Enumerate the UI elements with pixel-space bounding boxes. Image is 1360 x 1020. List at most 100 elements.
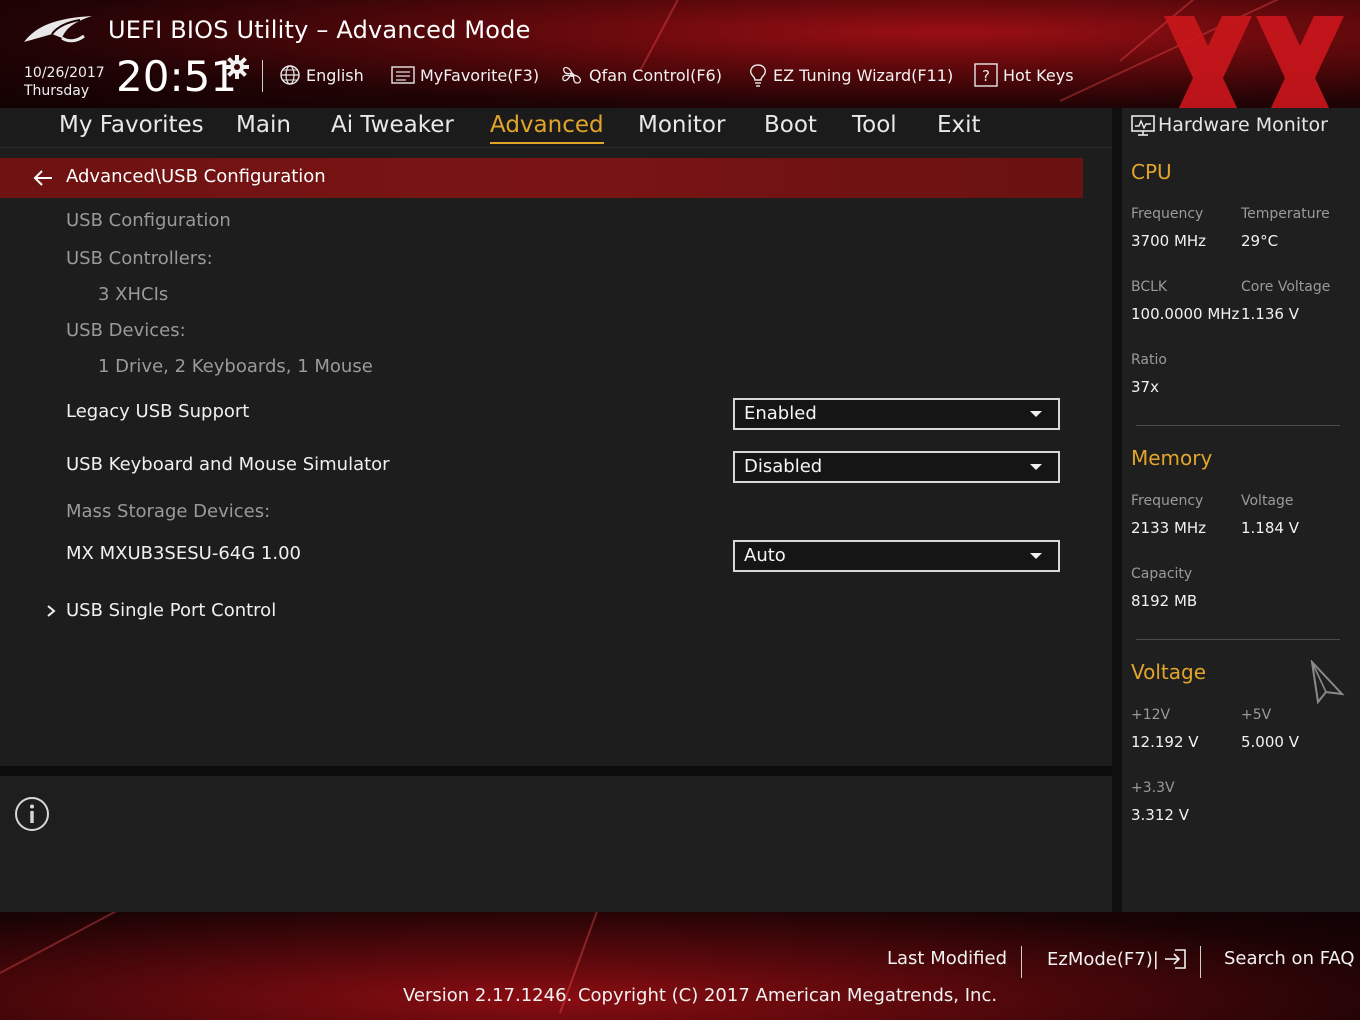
usb-kbd-mouse-simulator-select[interactable]: Disabled — [733, 451, 1060, 483]
day-text: Thursday — [24, 83, 90, 99]
cursor-icon — [1310, 660, 1345, 704]
chevron-down-icon — [1030, 553, 1042, 559]
usb-controllers-value: 3 XHCIs — [98, 284, 169, 305]
cpu-bclk-value: 100.0000 MHz — [1131, 305, 1240, 323]
memory-section-title: Memory — [1131, 446, 1213, 470]
cpu-temperature-label: Temperature — [1241, 206, 1330, 222]
submenu-arrow-icon — [47, 605, 56, 617]
qfan-label: Qfan Control(F6) — [589, 65, 722, 85]
app-title: UEFI BIOS Utility – Advanced Mode — [108, 16, 531, 44]
ez-tuning-wizard-button[interactable]: EZ Tuning Wizard(F11) — [748, 62, 953, 88]
legacy-usb-support-select[interactable]: Enabled — [733, 398, 1060, 430]
tab-tool[interactable]: Tool — [852, 112, 897, 144]
cpu-frequency-value: 3700 MHz — [1131, 232, 1207, 250]
ezmode-button[interactable]: EzMode(F7)| — [1047, 948, 1187, 970]
fan-icon — [562, 66, 582, 84]
v33-label: +3.3V — [1131, 780, 1175, 796]
tab-boot[interactable]: Boot — [764, 112, 817, 144]
xx-watermark-logo — [1164, 16, 1344, 108]
settings-panel: Advanced\USB Configuration USB Configura… — [0, 148, 1112, 766]
back-arrow-icon[interactable] — [32, 168, 54, 188]
memory-voltage-label: Voltage — [1241, 493, 1294, 509]
monitor-icon — [1131, 115, 1155, 136]
tab-advanced[interactable]: Advanced — [490, 112, 604, 144]
mass-storage-devices-label: Mass Storage Devices: — [66, 501, 271, 522]
tab-my-favorites[interactable]: My Favorites — [59, 112, 204, 144]
usb-single-port-control-link[interactable]: USB Single Port Control — [66, 600, 276, 621]
section-divider — [1136, 639, 1340, 640]
usb-kbd-mouse-simulator-label[interactable]: USB Keyboard and Mouse Simulator — [66, 454, 390, 475]
usb-configuration-heading: USB Configuration — [66, 210, 231, 231]
v5-value: 5.000 V — [1241, 733, 1299, 751]
clock-display[interactable]: 20:51 — [116, 52, 237, 101]
voltage-section-title: Voltage — [1131, 660, 1207, 684]
memory-frequency-label: Frequency — [1131, 493, 1204, 509]
myfavorite-label: MyFavorite(F3) — [420, 65, 540, 85]
mass-storage-device-value: Auto — [744, 545, 786, 566]
hot-keys-button[interactable]: ? Hot Keys — [974, 62, 1074, 88]
usb-kbd-mouse-simulator-value: Disabled — [744, 456, 823, 477]
svg-text:?: ? — [982, 67, 990, 85]
language-button[interactable]: English — [279, 62, 364, 88]
panel-separator — [1112, 108, 1122, 912]
ez-tuning-label: EZ Tuning Wizard(F11) — [773, 65, 954, 85]
tab-exit[interactable]: Exit — [937, 112, 981, 144]
lightbulb-icon — [750, 64, 766, 87]
myfavorite-button[interactable]: MyFavorite(F3) — [391, 62, 539, 88]
v12-label: +12V — [1131, 707, 1171, 723]
last-modified-button[interactable]: Last Modified — [887, 948, 1007, 969]
mass-storage-device-select[interactable]: Auto — [733, 540, 1060, 572]
v12-value: 12.192 V — [1131, 733, 1199, 751]
help-panel — [0, 776, 1112, 912]
qfan-control-button[interactable]: Qfan Control(F6) — [560, 62, 722, 88]
exit-arrow-icon — [1164, 949, 1186, 969]
memory-capacity-value: 8192 MB — [1131, 592, 1198, 610]
main-tab-bar: My Favorites Main Ai Tweaker Advanced Mo… — [0, 108, 1112, 148]
tab-ai-tweaker[interactable]: Ai Tweaker — [331, 112, 454, 144]
cpu-frequency-label: Frequency — [1131, 206, 1204, 222]
section-divider — [1136, 425, 1340, 426]
header-divider — [262, 60, 263, 92]
favorite-list-icon — [391, 66, 415, 84]
decorative-streak — [0, 912, 213, 974]
legacy-usb-support-label[interactable]: Legacy USB Support — [66, 401, 249, 422]
cpu-core-voltage-label: Core Voltage — [1241, 279, 1331, 295]
cpu-ratio-label: Ratio — [1131, 352, 1167, 368]
language-label: English — [306, 65, 364, 85]
footer-divider — [1021, 946, 1022, 978]
search-faq-button[interactable]: Search on FAQ — [1224, 948, 1355, 969]
cpu-bclk-label: BCLK — [1131, 279, 1168, 295]
hardware-monitor-title: Hardware Monitor — [1158, 114, 1328, 136]
header-bar: UEFI BIOS Utility – Advanced Mode 10/26/… — [0, 0, 1360, 108]
memory-frequency-value: 2133 MHz — [1131, 519, 1207, 537]
panel-separator — [0, 766, 1112, 776]
date-display: 10/26/2017 Thursday — [24, 64, 105, 100]
ezmode-label: EzMode(F7)| — [1047, 948, 1159, 970]
mass-storage-device-label[interactable]: MX MXUB3SESU-64G 1.00 — [66, 543, 301, 564]
gear-icon[interactable] — [224, 54, 250, 80]
footer-bar: Last Modified EzMode(F7)| Search on FAQ … — [0, 912, 1360, 1020]
hot-keys-label: Hot Keys — [1003, 65, 1074, 85]
version-text: Version 2.17.1246. Copyright (C) 2017 Am… — [403, 985, 998, 1006]
v5-label: +5V — [1241, 707, 1272, 723]
legacy-usb-support-value: Enabled — [744, 403, 817, 424]
usb-controllers-label: USB Controllers: — [66, 248, 213, 269]
footer-divider — [1200, 946, 1201, 978]
chevron-down-icon — [1030, 464, 1042, 470]
info-icon — [15, 797, 49, 831]
memory-voltage-value: 1.184 V — [1241, 519, 1299, 537]
breadcrumb: Advanced\USB Configuration — [0, 158, 1083, 198]
rog-logo-icon — [24, 16, 92, 43]
globe-icon — [280, 65, 300, 85]
usb-devices-label: USB Devices: — [66, 320, 186, 341]
usb-devices-value: 1 Drive, 2 Keyboards, 1 Mouse — [98, 356, 373, 377]
cpu-core-voltage-value: 1.136 V — [1241, 305, 1299, 323]
cpu-section-title: CPU — [1131, 160, 1172, 184]
tab-main[interactable]: Main — [236, 112, 291, 144]
decorative-streak — [639, 0, 782, 72]
question-box-icon: ? — [974, 63, 998, 87]
v33-value: 3.312 V — [1131, 806, 1189, 824]
cpu-ratio-value: 37x — [1131, 378, 1159, 396]
memory-capacity-label: Capacity — [1131, 566, 1193, 582]
tab-monitor[interactable]: Monitor — [638, 112, 725, 144]
